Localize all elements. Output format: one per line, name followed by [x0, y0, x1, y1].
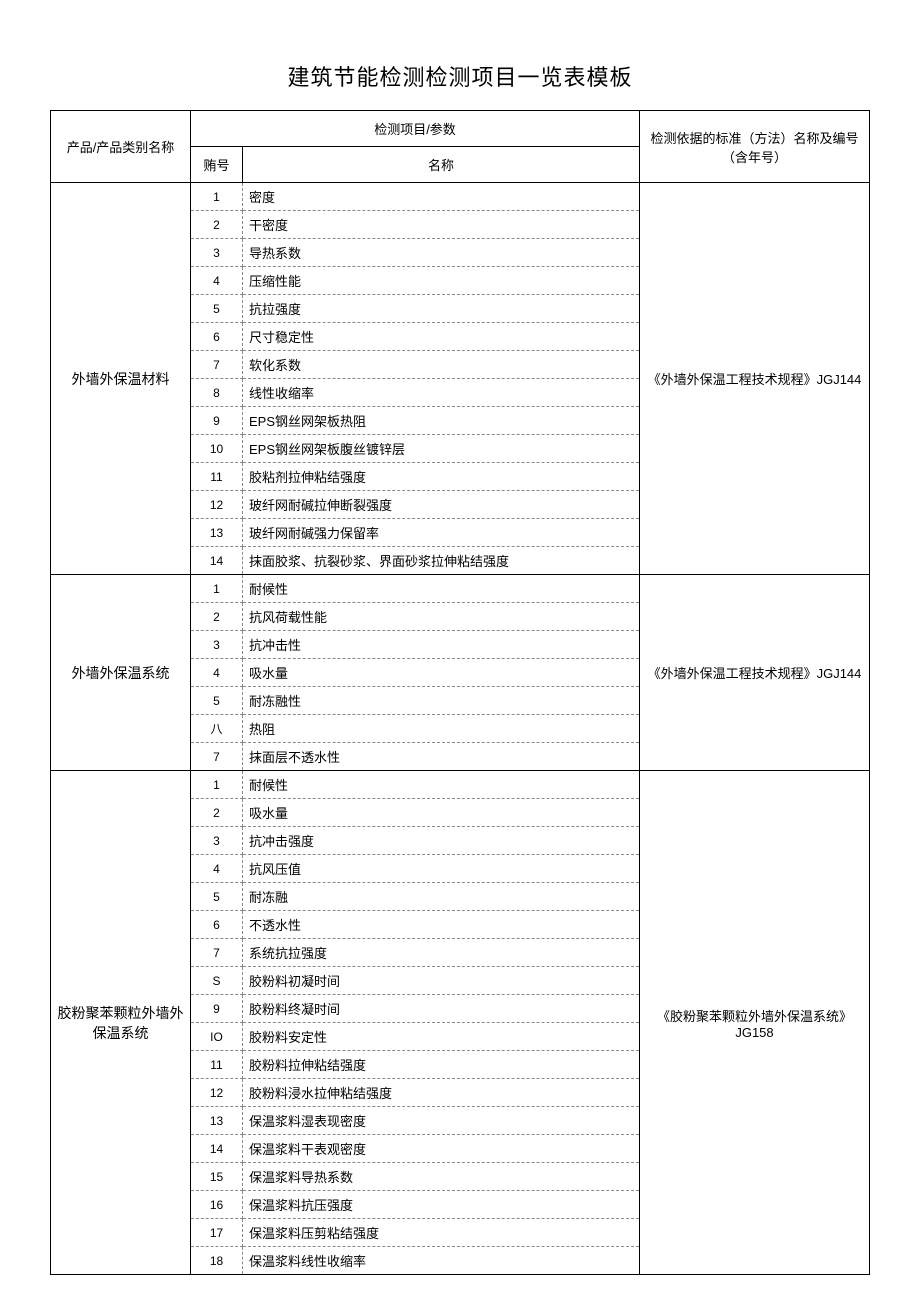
- seq-cell: 4: [191, 659, 243, 687]
- standard-cell: 《胶粉聚苯颗粒外墙外保温系统》JG158: [640, 771, 870, 1275]
- name-cell: 耐冻融性: [243, 687, 640, 715]
- seq-cell: 11: [191, 463, 243, 491]
- name-cell: 线性收缩率: [243, 379, 640, 407]
- seq-cell: 八: [191, 715, 243, 743]
- name-cell: 保温浆料导热系数: [243, 1163, 640, 1191]
- seq-cell: 6: [191, 323, 243, 351]
- name-cell: 耐冻融: [243, 883, 640, 911]
- name-cell: 保温浆料线性收缩率: [243, 1247, 640, 1275]
- seq-cell: 7: [191, 351, 243, 379]
- header-name: 名称: [243, 147, 640, 183]
- table-row: 外墙外保温系统1耐候性《外墙外保温工程技术规程》JGJ144: [51, 575, 870, 603]
- name-cell: 抗风荷载性能: [243, 603, 640, 631]
- seq-cell: 9: [191, 407, 243, 435]
- name-cell: 密度: [243, 183, 640, 211]
- seq-cell: 12: [191, 1079, 243, 1107]
- page-title: 建筑节能检测检测项目一览表模板: [50, 60, 870, 92]
- table-row: 胶粉聚苯颗粒外墙外保温系统1耐候性《胶粉聚苯颗粒外墙外保温系统》JG158: [51, 771, 870, 799]
- seq-cell: 1: [191, 183, 243, 211]
- name-cell: EPS钢丝网架板热阻: [243, 407, 640, 435]
- table-row: 外墙外保温材料1密度《外墙外保温工程技术规程》JGJ144: [51, 183, 870, 211]
- name-cell: 保温浆料干表观密度: [243, 1135, 640, 1163]
- seq-cell: 5: [191, 687, 243, 715]
- seq-cell: 7: [191, 743, 243, 771]
- name-cell: 导热系数: [243, 239, 640, 267]
- product-cell: 外墙外保温材料: [51, 183, 191, 575]
- seq-cell: 9: [191, 995, 243, 1023]
- name-cell: 胶粉料拉伸粘结强度: [243, 1051, 640, 1079]
- name-cell: 保温浆料压剪粘结强度: [243, 1219, 640, 1247]
- product-cell: 外墙外保温系统: [51, 575, 191, 771]
- name-cell: 干密度: [243, 211, 640, 239]
- seq-cell: 3: [191, 239, 243, 267]
- name-cell: 胶粉料初凝时间: [243, 967, 640, 995]
- name-cell: 抗风压值: [243, 855, 640, 883]
- name-cell: 胶粉料浸水拉伸粘结强度: [243, 1079, 640, 1107]
- seq-cell: 15: [191, 1163, 243, 1191]
- name-cell: 保温浆料湿表现密度: [243, 1107, 640, 1135]
- seq-cell: 2: [191, 799, 243, 827]
- header-standard: 检测依据的标准（方法）名称及编号（含年号）: [640, 111, 870, 183]
- name-cell: 玻纤网耐碱拉伸断裂强度: [243, 491, 640, 519]
- seq-cell: 13: [191, 519, 243, 547]
- seq-cell: 11: [191, 1051, 243, 1079]
- seq-cell: S: [191, 967, 243, 995]
- product-cell: 胶粉聚苯颗粒外墙外保温系统: [51, 771, 191, 1275]
- standard-cell: 《外墙外保温工程技术规程》JGJ144: [640, 575, 870, 771]
- seq-cell: 14: [191, 1135, 243, 1163]
- seq-cell: 5: [191, 883, 243, 911]
- standard-cell: 《外墙外保温工程技术规程》JGJ144: [640, 183, 870, 575]
- seq-cell: 16: [191, 1191, 243, 1219]
- name-cell: EPS钢丝网架板腹丝镀锌层: [243, 435, 640, 463]
- seq-cell: 7: [191, 939, 243, 967]
- seq-cell: 12: [191, 491, 243, 519]
- name-cell: 尺寸稳定性: [243, 323, 640, 351]
- name-cell: 胶粉料终凝时间: [243, 995, 640, 1023]
- seq-cell: 4: [191, 267, 243, 295]
- seq-cell: IO: [191, 1023, 243, 1051]
- name-cell: 耐候性: [243, 575, 640, 603]
- name-cell: 吸水量: [243, 659, 640, 687]
- name-cell: 抹面层不透水性: [243, 743, 640, 771]
- name-cell: 软化系数: [243, 351, 640, 379]
- seq-cell: 14: [191, 547, 243, 575]
- seq-cell: 8: [191, 379, 243, 407]
- name-cell: 胶粘剂拉伸粘结强度: [243, 463, 640, 491]
- seq-cell: 2: [191, 603, 243, 631]
- name-cell: 系统抗拉强度: [243, 939, 640, 967]
- header-product: 产品/产品类别名称: [51, 111, 191, 183]
- name-cell: 不透水性: [243, 911, 640, 939]
- seq-cell: 1: [191, 575, 243, 603]
- seq-cell: 2: [191, 211, 243, 239]
- header-seq: 贿号: [191, 147, 243, 183]
- seq-cell: 3: [191, 827, 243, 855]
- seq-cell: 17: [191, 1219, 243, 1247]
- name-cell: 抗拉强度: [243, 295, 640, 323]
- name-cell: 热阻: [243, 715, 640, 743]
- name-cell: 抹面胶浆、抗裂砂浆、界面砂浆拉伸粘结强度: [243, 547, 640, 575]
- name-cell: 保温浆料抗压强度: [243, 1191, 640, 1219]
- seq-cell: 3: [191, 631, 243, 659]
- header-param-group: 检测项目/参数: [191, 111, 640, 147]
- name-cell: 压缩性能: [243, 267, 640, 295]
- name-cell: 玻纤网耐碱强力保留率: [243, 519, 640, 547]
- seq-cell: 10: [191, 435, 243, 463]
- seq-cell: 6: [191, 911, 243, 939]
- name-cell: 胶粉料安定性: [243, 1023, 640, 1051]
- seq-cell: 1: [191, 771, 243, 799]
- seq-cell: 18: [191, 1247, 243, 1275]
- seq-cell: 4: [191, 855, 243, 883]
- seq-cell: 5: [191, 295, 243, 323]
- name-cell: 耐候性: [243, 771, 640, 799]
- name-cell: 抗冲击强度: [243, 827, 640, 855]
- name-cell: 抗冲击性: [243, 631, 640, 659]
- name-cell: 吸水量: [243, 799, 640, 827]
- inspection-table: 产品/产品类别名称 检测项目/参数 检测依据的标准（方法）名称及编号（含年号） …: [50, 110, 870, 1275]
- seq-cell: 13: [191, 1107, 243, 1135]
